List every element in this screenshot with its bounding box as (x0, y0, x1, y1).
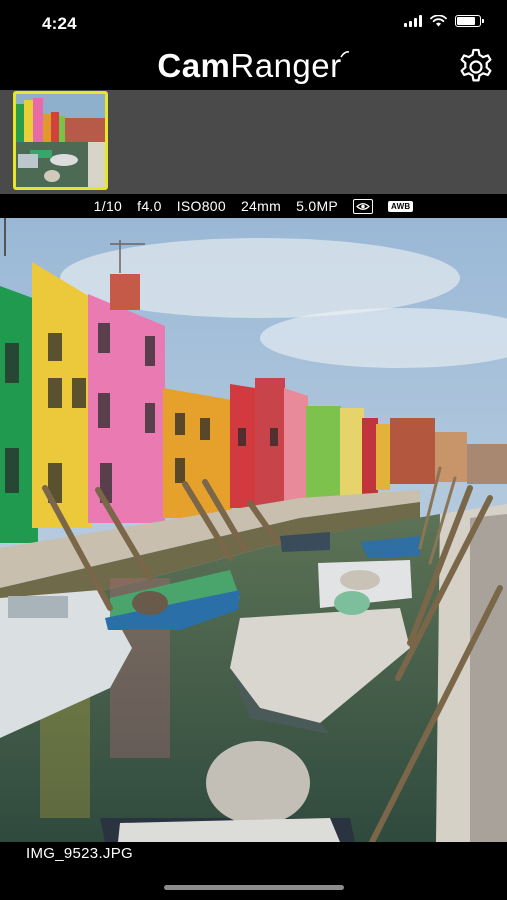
thumbnail-selected[interactable] (13, 91, 108, 190)
photo-filename: IMG_9523.JPG (26, 845, 133, 862)
shutter-speed: 1/10 (93, 198, 123, 214)
focal-length: 24mm (240, 198, 282, 214)
shot-info-bar: 1/10 f4.0 ISO800 24mm 5.0MP AWB (0, 194, 507, 218)
settings-button[interactable] (453, 44, 499, 90)
home-indicator[interactable] (164, 885, 344, 890)
gear-icon (460, 48, 492, 82)
status-time: 4:24 (42, 14, 77, 33)
status-bar: 4:24 (0, 0, 507, 46)
thumbnail-strip[interactable] (0, 90, 507, 194)
eye-metering-icon (353, 198, 374, 214)
app-header: CamRanger (0, 46, 507, 90)
photo-image (0, 218, 507, 842)
photo-preview[interactable] (0, 218, 507, 842)
thumbnail-image (16, 94, 105, 187)
battery-level (457, 17, 475, 25)
cellular-signal-icon (404, 15, 422, 27)
logo-text-bold: Cam (157, 47, 231, 84)
logo-text-light: Ranger (230, 47, 342, 84)
aperture: f4.0 (137, 198, 162, 214)
iso: ISO800 (176, 198, 226, 214)
wifi-icon (430, 15, 447, 27)
app-logo: CamRanger (0, 46, 507, 86)
white-balance-badge: AWB (388, 200, 414, 212)
logo-swoosh-icon (339, 51, 349, 58)
resolution: 5.0MP (296, 198, 339, 214)
battery-icon (455, 15, 484, 27)
status-indicators (404, 15, 484, 27)
